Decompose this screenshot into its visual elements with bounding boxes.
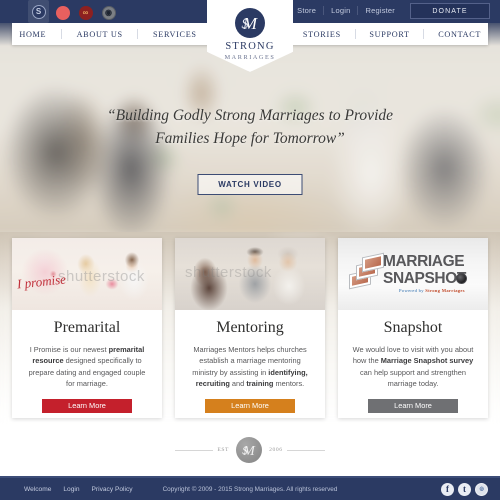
tab-icon-rings-glyph: ∞ xyxy=(78,5,93,20)
tagline-pre: Powered by xyxy=(399,288,426,293)
card-snapshot-body: Snapshot We would love to visit with you… xyxy=(338,310,488,418)
tab-icon-red[interactable] xyxy=(53,3,72,22)
feature-cards: shutterstock I promise Premarital I Prom… xyxy=(12,238,488,418)
donate-button[interactable]: DONATE xyxy=(410,3,490,19)
divider xyxy=(286,449,325,451)
card-snapshot-title: Snapshot xyxy=(383,319,443,336)
logo-monogram-icon: M S xyxy=(235,8,265,38)
card-premarital-image: shutterstock I promise xyxy=(12,238,162,310)
store-link[interactable]: Store xyxy=(290,6,323,15)
logo-subtitle: MARRIAGES xyxy=(224,53,276,61)
page-root: “Building Godly Strong Marriages to Prov… xyxy=(0,0,500,500)
nav-item-contact[interactable]: CONTACT xyxy=(438,30,481,39)
card-mentoring-text: Marriages Mentors helps churches establi… xyxy=(187,344,313,390)
divider xyxy=(60,29,62,39)
login-link[interactable]: Login xyxy=(324,6,357,15)
browser-tab-icons: S ∞ ◉ xyxy=(28,0,118,23)
card-premarital-body: Premarital I Promise is our newest prema… xyxy=(12,310,162,418)
social-icon-3[interactable]: ◎ xyxy=(475,483,488,496)
emphasis-text: Marriage Snapshot survey xyxy=(380,356,474,366)
snapshot-logo-line2: SNAPSHOT xyxy=(383,269,467,287)
body-text: mentors. xyxy=(273,379,305,389)
i-promise-overlay-text: I promise xyxy=(16,271,67,292)
footer-social-icons: f t ◎ xyxy=(441,483,488,496)
card-snapshot-text: We would love to visit with you about ho… xyxy=(350,344,476,390)
card-snapshot-image: MARRIAGE SNAPSHOT Powered by Strong Marr… xyxy=(338,238,488,310)
laptop-stack-icon xyxy=(349,252,384,292)
image-watermark: shutterstock xyxy=(185,264,272,281)
register-link[interactable]: Register xyxy=(358,6,402,15)
tab-icon-gray-glyph: ◉ xyxy=(101,5,116,20)
card-mentoring[interactable]: shutterstock Mentoring Marriages Mentors… xyxy=(175,238,325,418)
card-premarital[interactable]: shutterstock I promise Premarital I Prom… xyxy=(12,238,162,418)
card-snapshot[interactable]: MARRIAGE SNAPSHOT Powered by Strong Marr… xyxy=(338,238,488,418)
seal-est-label: EST xyxy=(213,447,234,453)
tab-icon-strong-marriages-glyph: S xyxy=(31,4,46,19)
tab-icon-strong-marriages[interactable]: S xyxy=(28,0,49,23)
card-mentoring-body: Mentoring Marriages Mentors helps church… xyxy=(175,310,325,418)
nav-item-services[interactable]: SERVICES xyxy=(153,30,197,39)
card-mentoring-title: Mentoring xyxy=(216,319,284,336)
snapshot-logo-tagline: Powered by Strong Marriages xyxy=(399,288,466,293)
site-footer: Welcome Login Privacy Policy Copyright ©… xyxy=(0,476,500,500)
hero-quote-line1: “Building Godly Strong Marriages to Prov… xyxy=(106,107,394,124)
nav-item-support[interactable]: SUPPORT xyxy=(369,30,409,39)
emphasis-text: training xyxy=(246,379,274,389)
card-mentoring-image: shutterstock xyxy=(175,238,325,310)
divider xyxy=(175,449,214,451)
body-text: I Promise is our newest xyxy=(29,345,109,354)
hero-quote: “Building Godly Strong Marriages to Prov… xyxy=(0,104,500,151)
established-seal: EST M S 2006 xyxy=(175,437,325,463)
seal-monogram-icon: M S xyxy=(236,437,263,463)
tab-icon-rings[interactable]: ∞ xyxy=(76,3,95,22)
twitter-icon[interactable]: t xyxy=(458,483,471,496)
facebook-icon[interactable]: f xyxy=(441,483,454,496)
snapshot-logo-image: MARRIAGE SNAPSHOT Powered by Strong Marr… xyxy=(338,238,488,310)
seal-year-label: 2006 xyxy=(265,447,287,453)
divider xyxy=(423,29,425,39)
logo-name: STRONG xyxy=(225,41,275,52)
nav-item-home[interactable]: HOME xyxy=(19,30,46,39)
card-snapshot-learn-more-button[interactable]: Learn More xyxy=(368,398,458,413)
camera-lens-icon xyxy=(455,272,467,284)
body-text: and xyxy=(229,379,247,389)
body-text: can help support and strengthen marriage… xyxy=(359,367,466,389)
tab-icon-red-glyph xyxy=(55,5,70,20)
top-utility-links: Store Login Register xyxy=(290,6,402,15)
nav-item-about-us[interactable]: ABOUT US xyxy=(77,30,123,39)
tagline-brand: Strong Marriages xyxy=(425,288,465,293)
card-premarital-title: Premarital xyxy=(53,319,121,336)
established-seal-band: EST M S 2006 xyxy=(0,424,500,476)
snapshot-logo-line2-text: SNAPSHOT xyxy=(383,269,466,287)
tab-icon-gray[interactable]: ◉ xyxy=(99,3,118,22)
footer-copyright: Copyright © 2009 - 2015 Strong Marriages… xyxy=(162,486,338,493)
divider xyxy=(137,29,139,39)
hero-quote-line2: Families Hope for Tomorrow” xyxy=(155,130,345,148)
svg-text:S: S xyxy=(242,17,249,32)
mentoring-photo: shutterstock xyxy=(175,238,325,310)
watch-video-button[interactable]: WATCH VIDEO xyxy=(197,174,303,195)
image-watermark: shutterstock xyxy=(58,268,145,285)
card-premarital-learn-more-button[interactable]: Learn More xyxy=(42,398,132,413)
divider xyxy=(354,29,356,39)
snapshot-logo-line1: MARRIAGE xyxy=(383,253,465,270)
svg-text:S: S xyxy=(242,445,248,457)
premarital-photo: shutterstock I promise xyxy=(12,238,162,310)
nav-item-stories[interactable]: STORIES xyxy=(303,30,341,39)
card-premarital-text: I Promise is our newest premarital resou… xyxy=(24,344,150,390)
card-mentoring-learn-more-button[interactable]: Learn More xyxy=(205,398,295,413)
